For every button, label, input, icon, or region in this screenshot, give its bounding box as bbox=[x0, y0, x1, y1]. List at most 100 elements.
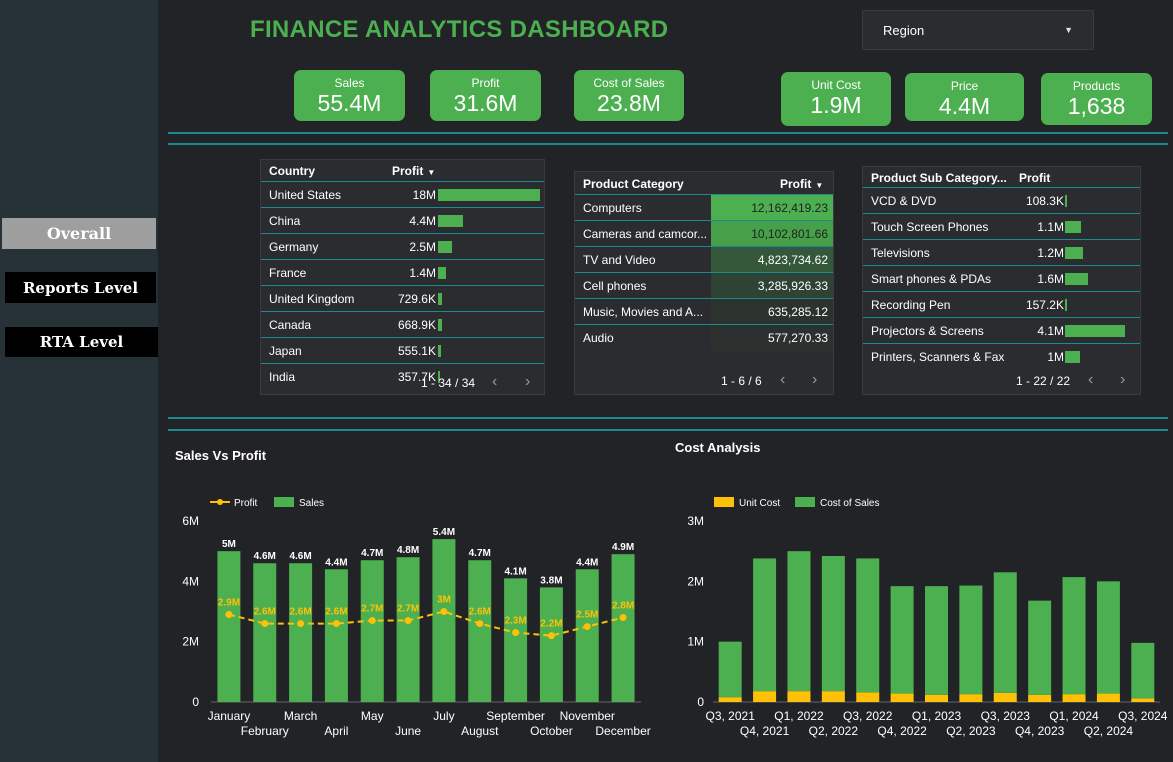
table-row[interactable]: Audio 577,270.33 bbox=[575, 324, 833, 351]
chart-title-cost-analysis: Cost Analysis bbox=[675, 440, 761, 455]
sales-bar bbox=[217, 551, 241, 702]
sales-bar bbox=[539, 587, 563, 702]
nav-rta-level[interactable]: RTA Level bbox=[5, 327, 158, 357]
column-header-profit[interactable]: Profit bbox=[1019, 171, 1050, 185]
profit-cell: 3,285,926.33 bbox=[711, 273, 833, 299]
row-name: Computers bbox=[583, 201, 642, 215]
kpi-sales: Sales 55.4M bbox=[294, 70, 405, 121]
kpi-label: Profit bbox=[471, 76, 500, 90]
profit-point bbox=[261, 620, 269, 628]
next-page-icon[interactable]: › bbox=[812, 371, 817, 389]
x-tick-label: Q4, 2022 bbox=[877, 724, 927, 738]
kpi-value: 31.6M bbox=[453, 90, 518, 116]
kpi-price: Price 4.4M bbox=[905, 73, 1024, 121]
table-row[interactable]: United States 18M bbox=[261, 181, 544, 208]
unit-cost-bar bbox=[925, 694, 948, 702]
profit-bar bbox=[1065, 351, 1080, 363]
column-header-profit[interactable]: Profit ▼ bbox=[780, 177, 823, 191]
sales-data-label: 4.9M bbox=[612, 542, 634, 553]
unit-cost-bar bbox=[959, 694, 983, 702]
table-row[interactable]: Computers 12,162,419.23 bbox=[575, 194, 833, 221]
legend-unit-cost-label: Unit Cost bbox=[739, 498, 780, 509]
country-profit-table: Country Profit ▼ United States 18M China 4.4… bbox=[260, 159, 545, 395]
prev-page-icon[interactable]: ‹ bbox=[492, 373, 497, 391]
unit-cost-bar bbox=[890, 693, 914, 702]
kpi-label: Cost of Sales bbox=[593, 76, 665, 90]
table-row[interactable]: Music, Movies and A... 635,285.12 bbox=[575, 298, 833, 325]
legend-sales-swatch bbox=[274, 497, 294, 507]
column-header-product-subcategory[interactable]: Product Sub Category... bbox=[871, 171, 1007, 185]
table-row[interactable]: Recording Pen 157.2K bbox=[863, 291, 1140, 318]
nav-reports-level[interactable]: Reports Level bbox=[5, 272, 156, 303]
next-page-icon[interactable]: › bbox=[1120, 371, 1125, 389]
nav-overall[interactable]: Overall bbox=[2, 218, 156, 249]
row-value: 12,162,419.23 bbox=[751, 201, 828, 215]
x-tick-label: October bbox=[530, 724, 573, 738]
table-row[interactable]: Cameras and camcor... 10,102,801.66 bbox=[575, 220, 833, 247]
profit-point bbox=[332, 620, 340, 628]
column-header-profit[interactable]: Profit ▼ bbox=[392, 164, 435, 178]
table-row[interactable]: India 357.7K bbox=[261, 363, 544, 390]
column-header-country[interactable]: Country bbox=[269, 164, 315, 178]
unit-cost-bar bbox=[1096, 693, 1120, 702]
pagination-label: 1 - 34 / 34 bbox=[421, 376, 476, 390]
table-row[interactable]: Smart phones & PDAs 1.6M bbox=[863, 265, 1140, 292]
row-value: 4.1M bbox=[1037, 324, 1064, 338]
profit-cell: 4,823,734.62 bbox=[711, 247, 833, 273]
row-value: 10,102,801.66 bbox=[751, 227, 828, 241]
table-row[interactable]: Japan 555.1K bbox=[261, 337, 544, 364]
column-header-product-category[interactable]: Product Category bbox=[583, 177, 684, 191]
table-row[interactable]: Printers, Scanners & Fax 1M bbox=[863, 343, 1140, 370]
profit-point bbox=[583, 623, 591, 631]
row-value: 4,823,734.62 bbox=[757, 253, 828, 267]
table-row[interactable]: United Kingdom 729.6K bbox=[261, 285, 544, 312]
profit-point bbox=[404, 617, 412, 625]
prev-page-icon[interactable]: ‹ bbox=[780, 371, 785, 389]
profit-data-label: 2.8M bbox=[612, 601, 634, 612]
next-page-icon[interactable]: › bbox=[525, 373, 530, 391]
profit-cell: 12,162,419.23 bbox=[711, 195, 833, 221]
sales-data-label: 4.7M bbox=[361, 548, 383, 559]
table-row[interactable]: Germany 2.5M bbox=[261, 233, 544, 260]
legend-cost-of-sales-swatch bbox=[795, 497, 815, 507]
sales-data-label: 4.4M bbox=[576, 557, 598, 568]
region-filter[interactable]: Region ▼ bbox=[862, 10, 1094, 50]
x-tick-label: Q3, 2024 bbox=[1118, 709, 1168, 723]
legend-unit-cost-swatch bbox=[714, 497, 734, 507]
table-row[interactable]: France 1.4M bbox=[261, 259, 544, 286]
sales-data-label: 5M bbox=[222, 539, 236, 550]
sales-data-label: 4.6M bbox=[254, 551, 276, 562]
table-row[interactable]: Televisions 1.2M bbox=[863, 239, 1140, 266]
unit-cost-bar bbox=[787, 691, 811, 702]
profit-data-label: 2.6M bbox=[289, 607, 311, 618]
x-tick-label: Q3, 2023 bbox=[981, 709, 1031, 723]
profit-bar bbox=[438, 319, 442, 331]
x-tick-label: January bbox=[208, 709, 251, 723]
x-tick-label: September bbox=[486, 709, 545, 723]
divider bbox=[168, 417, 1168, 419]
row-name: Smart phones & PDAs bbox=[871, 272, 992, 286]
sales-bar bbox=[289, 563, 313, 702]
kpi-label: Price bbox=[950, 79, 979, 93]
table-row[interactable]: Touch Screen Phones 1.1M bbox=[863, 213, 1140, 240]
table-row[interactable]: Cell phones 3,285,926.33 bbox=[575, 272, 833, 299]
kpi-value: 55.4M bbox=[317, 90, 382, 116]
table-row[interactable]: Canada 668.9K bbox=[261, 311, 544, 338]
table-row[interactable]: China 4.4M bbox=[261, 207, 544, 234]
profit-point bbox=[297, 620, 305, 628]
table-row[interactable]: VCD & DVD 108.3K bbox=[863, 187, 1140, 214]
table-row[interactable]: TV and Video 4,823,734.62 bbox=[575, 246, 833, 273]
row-value: 157.2K bbox=[1025, 298, 1064, 312]
legend-profit-label: Profit bbox=[234, 498, 258, 509]
profit-data-label: 2.7M bbox=[397, 604, 419, 615]
legend-cost-of-sales-label: Cost of Sales bbox=[820, 498, 879, 509]
profit-data-label: 2.6M bbox=[325, 607, 347, 618]
profit-point bbox=[512, 629, 520, 637]
prev-page-icon[interactable]: ‹ bbox=[1088, 371, 1093, 389]
column-header-profit-label: Profit bbox=[392, 164, 424, 178]
unit-cost-bar bbox=[856, 692, 880, 702]
sales-bar bbox=[324, 569, 348, 702]
table-row[interactable]: Projectors & Screens 4.1M bbox=[863, 317, 1140, 344]
profit-data-label: 2.7M bbox=[361, 604, 383, 615]
y-tick-label: 3M bbox=[687, 514, 704, 528]
